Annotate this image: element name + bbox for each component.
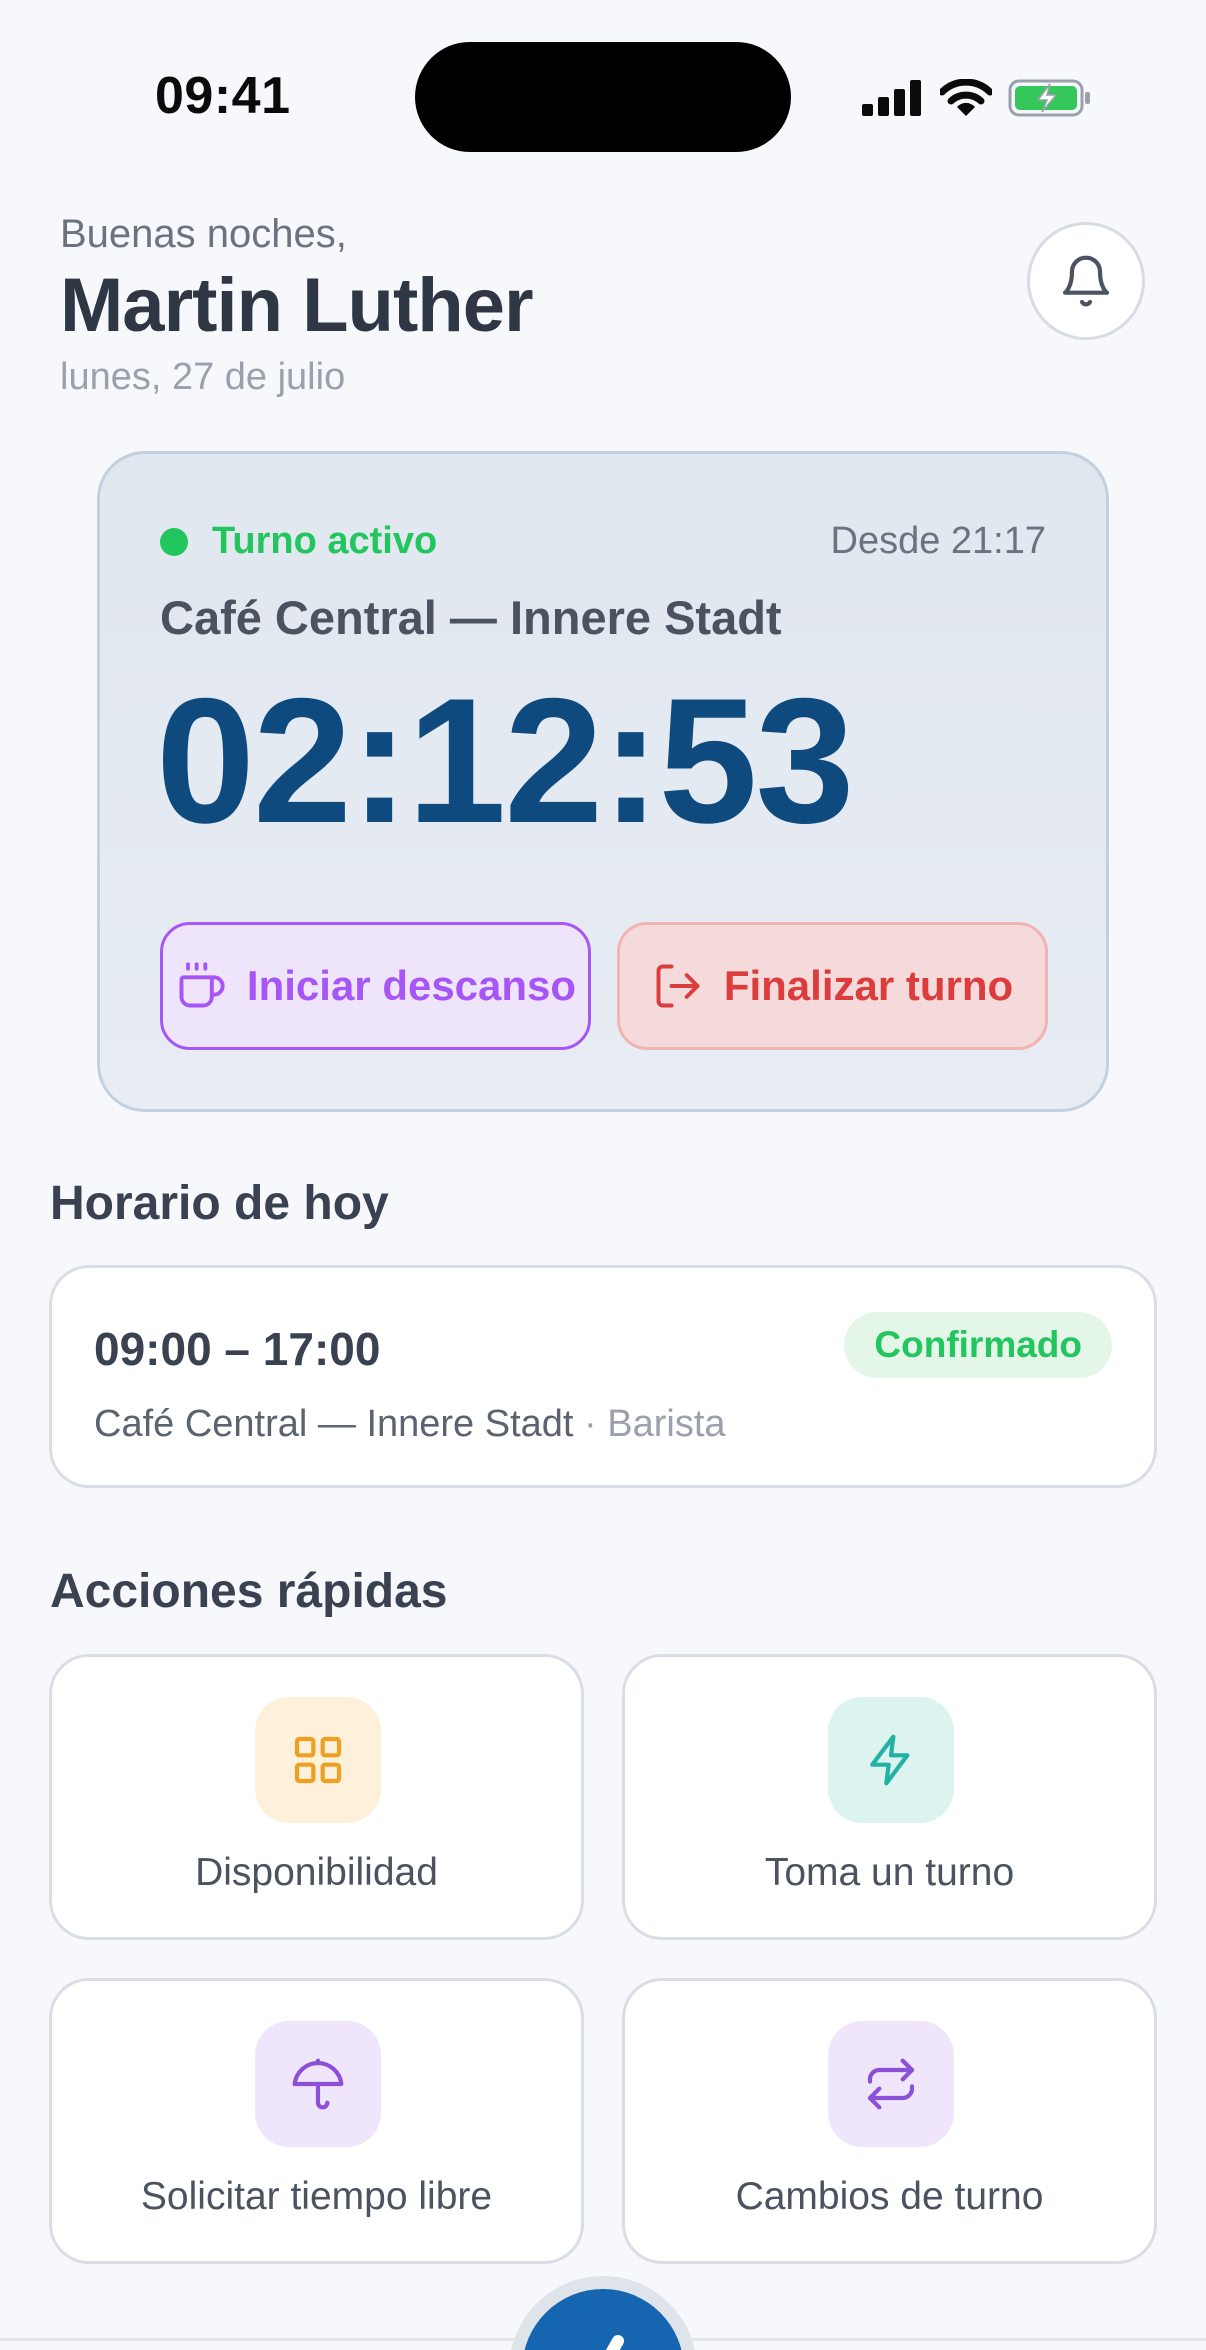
take-shift-label: Toma un turno [764,1851,1015,1894]
coffee-icon [179,962,225,1008]
shift-time-range: 09:00 – 17:00 [94,1323,381,1375]
shift-details: Café Central — Innere Stadt · Barista [94,1403,726,1446]
status-badge: Confirmado [844,1312,1112,1378]
status-time: 09:41 [155,67,291,125]
user-name: Martin Luther [60,263,534,348]
shift-swap-action[interactable]: Cambios de turno [622,1978,1157,2264]
time-off-label: Solicitar tiempo libre [140,2175,493,2218]
dynamic-island [415,42,791,152]
shift-start-time: Desde 21:17 [830,520,1047,562]
shift-details-role: · Barista [584,1403,726,1445]
end-shift-label: Finalizar turno [723,962,1014,1009]
shift-timer: 02:12:53 [156,661,855,860]
signal-icon [862,80,921,116]
today-shift-card[interactable]: 09:00 – 17:00 Confirmado Café Central — … [49,1265,1157,1488]
today-schedule-title: Horario de hoy [50,1177,389,1230]
status-dot [160,527,188,556]
logout-icon [656,964,700,1008]
active-shift-card: Turno activo Desde 21:17 Café Central — … [97,451,1109,1112]
quick-actions-title: Acciones rápidas [50,1565,448,1618]
swap-icon [828,2021,954,2147]
start-break-label: Iniciar descanso [246,962,577,1009]
greeting-text: Buenas noches, [60,212,347,256]
status-bar: 09:41 [0,0,1206,190]
shift-swap-label: Cambios de turno [735,2175,1044,2218]
shift-location: Café Central — Innere Stadt [160,591,782,644]
bolt-icon [828,1697,954,1823]
availability-label: Disponibilidad [195,1851,438,1894]
bell-icon [1062,255,1110,307]
current-date: lunes, 27 de julio [60,356,346,398]
take-shift-action[interactable]: Toma un turno [622,1654,1157,1940]
end-shift-button[interactable]: Finalizar turno [617,922,1048,1050]
shift-details-location: Café Central — Innere Stadt [94,1403,574,1445]
notifications-button[interactable] [1027,222,1145,340]
shift-status: Turno activo [160,520,437,563]
shift-status-label: Turno activo [212,520,438,562]
umbrella-icon [255,2021,381,2147]
wifi-icon [940,79,992,116]
battery-charging-icon [1008,79,1090,117]
start-break-button[interactable]: Iniciar descanso [160,922,591,1050]
availability-action[interactable]: Disponibilidad [49,1654,584,1940]
status-icons [862,78,1092,118]
time-off-action[interactable]: Solicitar tiempo libre [49,1978,584,2264]
grid-icon [255,1697,381,1823]
